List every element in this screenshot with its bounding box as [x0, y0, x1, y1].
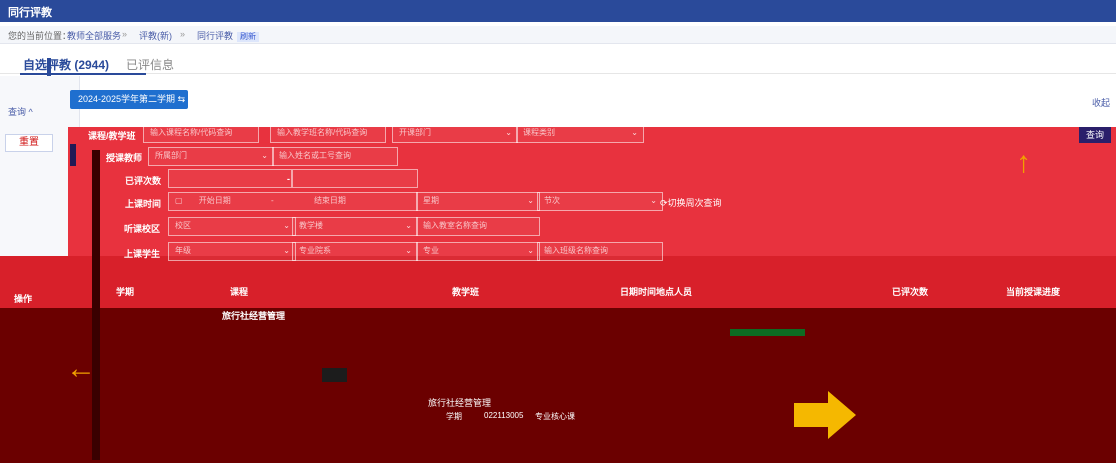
left-arrow-icon: ←: [66, 352, 96, 385]
side-divider: [92, 150, 100, 460]
chevron-down-icon: ⌄: [505, 128, 512, 137]
weekday-select[interactable]: 星期 ⌄: [416, 192, 540, 211]
col-header-class[interactable]: 教学班: [452, 285, 479, 298]
col-header-datetime[interactable]: 日期时间地点人员: [620, 285, 692, 298]
breadcrumb-separator: »: [180, 29, 186, 39]
breadcrumb-item-peer[interactable]: 同行评教: [197, 29, 233, 42]
chevron-down-icon: ⌄: [283, 221, 290, 230]
teacher-name-input[interactable]: 输入姓名或工号查询: [272, 147, 398, 166]
col-header-rated[interactable]: 已评次数: [892, 285, 928, 298]
collapse-query-toggle[interactable]: 查询 ^: [8, 105, 33, 118]
reset-button[interactable]: 重置: [5, 134, 53, 152]
app-header: [0, 0, 1116, 22]
major-dept-value: 专业院系: [299, 246, 331, 255]
date-separator: -: [271, 196, 274, 205]
col-header-operations: 操作: [14, 294, 33, 304]
tab-self-select[interactable]: 自选评教 (2944): [23, 56, 109, 73]
table-body: [0, 308, 1116, 463]
side-marker: [70, 144, 76, 166]
app-title: 同行评教: [8, 7, 52, 19]
tab-rated-info[interactable]: 已评信息: [126, 56, 174, 73]
rated-count-label: 已评次数: [125, 176, 162, 186]
weekday-value: 星期: [423, 196, 439, 205]
period-select[interactable]: 节次 ⌄: [537, 192, 663, 211]
campus-value: 校区: [175, 221, 191, 230]
chevron-down-icon: ⌄: [405, 221, 412, 230]
teacher-label: 授课教师: [106, 153, 143, 163]
classroom-input[interactable]: 输入教室名称查询: [416, 217, 540, 236]
dept-select[interactable]: 开课部门 ⌄: [392, 124, 518, 143]
chevron-down-icon: ⌄: [650, 196, 657, 205]
row-class-code: 022113005: [484, 411, 524, 420]
class-time-label: 上课时间: [125, 199, 162, 209]
row-course-name: 旅行社经营管理: [428, 398, 492, 408]
chevron-down-icon: ⌄: [527, 246, 534, 255]
breadcrumb-item-all-services[interactable]: 教师全部服务: [67, 29, 121, 42]
major-select[interactable]: 专业 ⌄: [416, 242, 540, 261]
row-course-name: 旅行社经营管理: [222, 311, 286, 321]
chevron-down-icon: ⌄: [631, 128, 638, 137]
breadcrumb: 您的当前位置： 教师全部服务 » 评教(新) » 同行评教: [0, 26, 1116, 44]
teacher-dept-select[interactable]: 所属部门 ⌄: [148, 147, 274, 166]
table-header-band: [0, 256, 1116, 308]
calendar-icon: ▢: [175, 196, 183, 205]
chevron-down-icon: ⌄: [283, 246, 290, 255]
class-name-input[interactable]: 输入班级名称查询: [537, 242, 663, 261]
switch-week-label: 切换周次查询: [667, 198, 722, 208]
action-button[interactable]: [322, 368, 347, 382]
rated-min-input[interactable]: [168, 169, 292, 188]
swap-icon: ⇆: [177, 94, 186, 104]
tab-bar: 自选评教 (2944) 已评信息: [0, 50, 1116, 74]
course-type-select[interactable]: 课程类别 ⌄: [516, 124, 644, 143]
major-dept-select[interactable]: 专业院系 ⌄: [292, 242, 418, 261]
term-selector-button[interactable]: 2024-2025学年第二学期 ⇆: [70, 90, 188, 109]
building-select[interactable]: 教学楼 ⌄: [292, 217, 418, 236]
breadcrumb-separator: »: [122, 29, 128, 39]
row-term: 学期: [446, 412, 462, 421]
range-separator: -: [287, 174, 290, 184]
class-search-input[interactable]: 输入教学班名称/代码查询: [270, 124, 386, 143]
start-date: 开始日期: [198, 196, 231, 205]
end-date: 结束日期: [313, 196, 346, 205]
course-type-value: 课程类别: [523, 128, 555, 137]
major-value: 专业: [423, 246, 439, 255]
campus-label: 听课校区: [124, 224, 161, 234]
building-value: 教学楼: [299, 221, 323, 230]
course-class-label: 课程/教学班: [88, 131, 136, 141]
grade-value: 年级: [175, 246, 191, 255]
right-arrow-icon: [794, 391, 856, 439]
col-header-term[interactable]: 学期: [116, 285, 134, 298]
teacher-dept-value: 所属部门: [155, 151, 187, 160]
collapse-button[interactable]: 收起: [1092, 96, 1110, 109]
query-button[interactable]: 查询: [1079, 127, 1111, 143]
term-label: 2024-2025学年第二学期: [78, 94, 176, 104]
up-arrow-icon: ↑: [1016, 146, 1031, 179]
date-range-picker[interactable]: ▢ 开始日期 - 结束日期: [168, 192, 418, 211]
active-tab-indicator: [20, 73, 146, 75]
refresh-icon: ⟳: [660, 198, 668, 208]
col-header-progress[interactable]: 当前授课进度: [1006, 285, 1060, 298]
row-course-type: 专业核心课: [535, 412, 575, 421]
col-header-course[interactable]: 课程: [230, 285, 248, 298]
campus-select[interactable]: 校区 ⌄: [168, 217, 296, 236]
chevron-down-icon: ⌄: [405, 246, 412, 255]
breadcrumb-item-evaluation[interactable]: 评教(新): [139, 29, 172, 42]
course-search-input[interactable]: 输入课程名称/代码查询: [143, 124, 259, 143]
switch-week-link[interactable]: ⟳切换周次查询: [660, 196, 722, 209]
breadcrumb-prefix: 您的当前位置：: [8, 31, 72, 41]
dept-select-value: 开课部门: [399, 128, 431, 137]
students-label: 上课学生: [124, 249, 161, 259]
chevron-down-icon: ⌄: [527, 196, 534, 205]
period-value: 节次: [544, 196, 560, 205]
grade-select[interactable]: 年级 ⌄: [168, 242, 296, 261]
chevron-down-icon: ⌄: [261, 151, 268, 160]
progress-strip: [730, 329, 805, 336]
rated-max-input[interactable]: [292, 169, 418, 188]
refresh-badge[interactable]: 刷新: [237, 32, 259, 42]
